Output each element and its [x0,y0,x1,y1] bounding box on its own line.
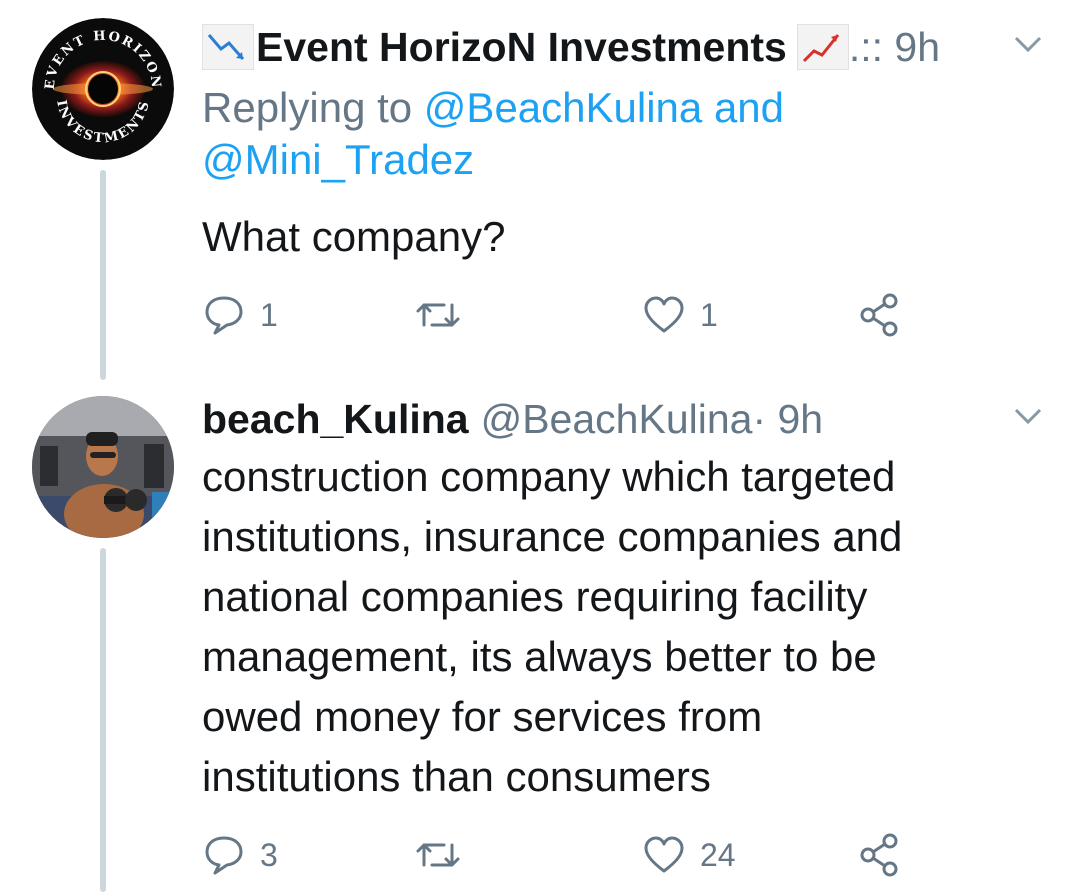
share-button[interactable] [858,290,904,340]
user-handle[interactable]: @BeachKulina [481,396,753,443]
retweet-button[interactable] [412,830,478,880]
tweet-text-line: management, its always better to be [202,633,877,680]
like-count: 24 [700,836,736,873]
tweet-header: Event HorizoN Investments .:: 9h [202,20,940,74]
tweet-text-line: national companies requiring facility [202,573,868,620]
reply-button[interactable]: 1 [202,290,278,340]
event-horizon-logo: EVENT HORIZON INVESTMENTS [32,18,174,160]
tweet-text: What company? [202,213,506,260]
avatar[interactable] [32,396,174,538]
reply-button[interactable]: 3 [202,830,278,880]
reply-bubble-icon [205,836,243,875]
chart-increasing-emoji [796,24,849,70]
display-name[interactable]: beach_Kulina [202,396,469,443]
tweet-text-line: institutions, insurance companies and [202,513,903,560]
mention-link[interactable]: @BeachKulina [424,84,702,131]
tweet-actions: 1 1 [202,290,922,340]
mention-link[interactable]: @Mini_Tradez [202,136,474,183]
thread-connector-line [100,548,106,892]
tweet-text-line: owed money for services from [202,693,763,740]
mention-join: and [713,84,785,131]
share-nodes-icon [860,833,898,877]
retweet-button[interactable] [412,290,478,340]
gym-photo [32,396,174,538]
like-button[interactable]: 24 [642,830,736,880]
tweet-header: beach_Kulina @BeachKulina · 9h [202,390,823,448]
retweet-icon [416,843,460,867]
like-button[interactable]: 1 [642,290,718,340]
chart-decreasing-emoji [202,24,254,70]
display-name[interactable]: Event HorizoN Investments [256,24,787,71]
timestamp[interactable]: .:: 9h [849,24,940,71]
tweet-text-line: construction company which targeted [202,453,896,500]
share-nodes-icon [860,293,898,337]
tweet-text: construction company which targeted inst… [202,447,1002,807]
reply-count: 3 [260,836,278,873]
share-button[interactable] [858,830,904,880]
heart-icon [644,296,684,333]
tweet-actions: 3 24 [202,830,922,880]
reply-count: 1 [260,296,278,333]
heart-icon [644,836,684,873]
thread-connector-line [100,170,106,380]
avatar[interactable]: EVENT HORIZON INVESTMENTS [32,18,174,160]
reply-bubble-icon [205,296,243,335]
chevron-down-icon[interactable] [1013,34,1043,54]
like-count: 1 [700,296,718,333]
tweet-text-line: institutions than consumers [202,753,711,800]
chevron-down-icon[interactable] [1013,406,1043,426]
retweet-icon [416,303,460,327]
replying-to: Replying to @BeachKulina and @Mini_Trade… [202,84,785,183]
timestamp[interactable]: · 9h [752,396,823,443]
